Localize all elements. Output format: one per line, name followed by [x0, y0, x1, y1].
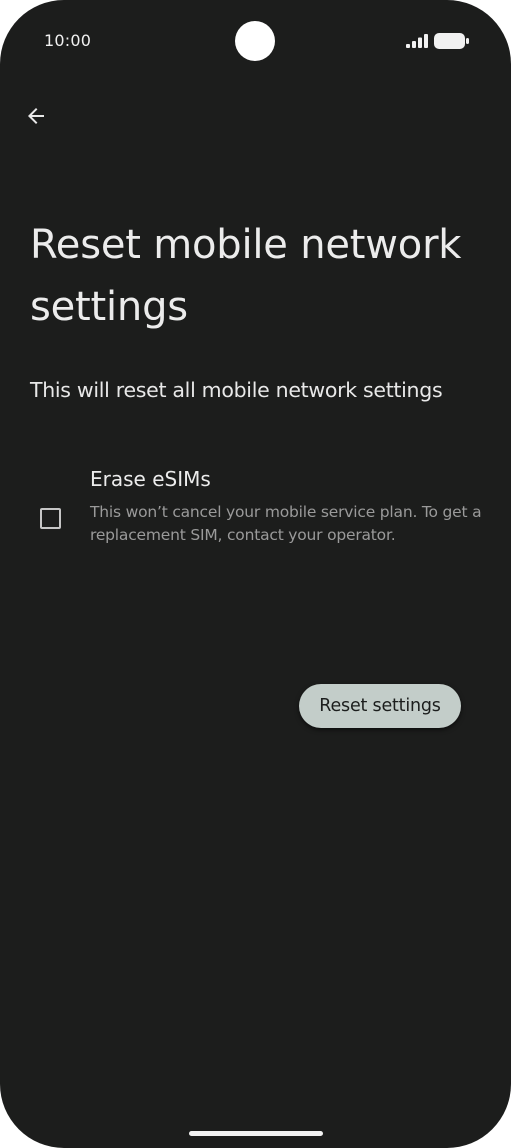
back-button[interactable]: [16, 96, 56, 136]
page-title: Reset mobile network settings: [30, 222, 462, 330]
status-bar: 10:00: [0, 0, 511, 84]
gesture-nav-handle[interactable]: [189, 1131, 323, 1136]
phone-screen: 10:00 Reset mobile network settings This…: [0, 0, 511, 1148]
front-camera-cutout: [235, 21, 275, 61]
cellular-signal-icon: [406, 34, 428, 48]
erase-esims-summary: This won’t cancel your mobile service pl…: [90, 503, 482, 544]
arrow-back-icon: [28, 108, 44, 124]
erase-esims-checkbox[interactable]: [40, 508, 61, 529]
status-time: 10:00: [44, 31, 92, 50]
erase-esims-title: Erase eSIMs: [90, 467, 211, 491]
erase-esims-option[interactable]: Erase eSIMs This won’t cancel your mobil…: [0, 456, 511, 566]
reset-settings-button[interactable]: Reset settings: [299, 684, 461, 728]
battery-icon: [434, 33, 469, 49]
reset-description: This will reset all mobile network setti…: [30, 378, 443, 402]
